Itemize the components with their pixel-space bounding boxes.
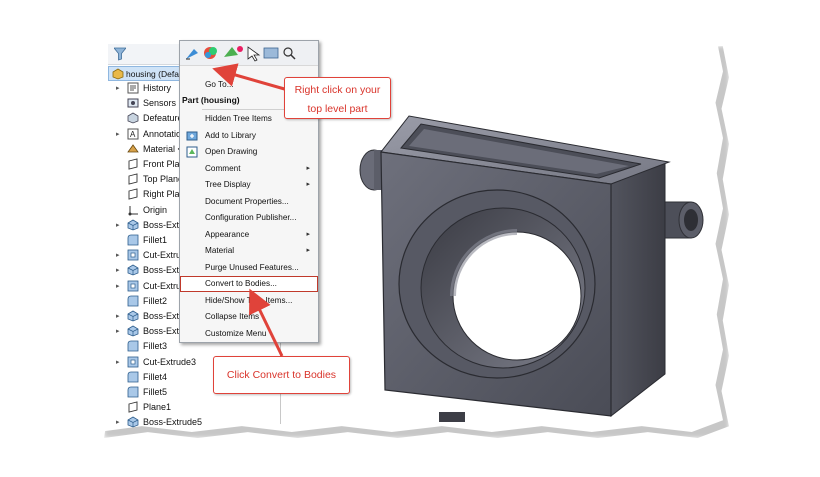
tree-item-label: Cut-Extrude3 bbox=[143, 356, 197, 367]
context-menu-toolbar bbox=[180, 41, 318, 66]
menu-item-open-drawing[interactable]: Open Drawing bbox=[180, 144, 318, 160]
menu-item-label: Document Properties... bbox=[205, 196, 289, 206]
expand-arrow-icon[interactable]: ▸ bbox=[116, 266, 120, 274]
menu-item-label: Convert to Bodies... bbox=[205, 279, 277, 288]
plane-icon bbox=[128, 173, 138, 185]
expand-arrow-icon[interactable]: ▸ bbox=[116, 358, 120, 366]
filter-icon[interactable] bbox=[114, 47, 126, 61]
plane-icon bbox=[128, 158, 138, 170]
fillet-icon bbox=[127, 234, 139, 246]
fillet-icon bbox=[127, 371, 139, 383]
menu-item-label: Purge Unused Features... bbox=[205, 262, 299, 272]
material-icon bbox=[127, 144, 139, 153]
callout-right-click-line2: top level part bbox=[307, 103, 368, 115]
cut-extrude-icon bbox=[127, 356, 139, 367]
zoom-icon[interactable] bbox=[283, 47, 296, 60]
color-wheel-icon[interactable] bbox=[204, 47, 217, 59]
fillet-icon bbox=[127, 340, 139, 352]
menu-item-label: Tree Display bbox=[205, 180, 251, 189]
menu-item-hide-show-tree-items[interactable]: Hide/Show Tree Items... bbox=[180, 293, 318, 309]
plane-icon bbox=[128, 188, 138, 200]
display-mode-icon[interactable] bbox=[263, 47, 279, 59]
callout-convert-to-bodies: Click Convert to Bodies bbox=[213, 356, 350, 394]
tree-item-label: Fillet4 bbox=[143, 371, 168, 382]
expand-arrow-icon[interactable]: ▸ bbox=[116, 251, 120, 259]
add-library-icon bbox=[186, 131, 198, 140]
tree-item-label: Fillet3 bbox=[143, 341, 168, 352]
menu-item-document-properties[interactable]: Document Properties... bbox=[180, 194, 318, 210]
tree-item-label: Boss-Extrude5 bbox=[143, 417, 203, 428]
callout-right-click: Right click on your top level part bbox=[284, 77, 391, 119]
tree-item-label: Top Plane bbox=[143, 174, 184, 185]
menu-item-material[interactable]: Material ▸ bbox=[180, 243, 318, 259]
menu-item-label: Hide/Show Tree Items... bbox=[205, 295, 293, 305]
menu-item-label: Open Drawing bbox=[205, 147, 258, 156]
expand-arrow-icon[interactable]: ▸ bbox=[116, 221, 120, 229]
menu-item-label: Configuration Publisher... bbox=[205, 213, 297, 222]
cut-extrude-icon bbox=[127, 280, 139, 291]
submenu-arrow-icon: ▸ bbox=[306, 247, 310, 254]
menu-item-label: Comment bbox=[205, 163, 241, 173]
fillet-icon bbox=[127, 295, 139, 307]
callout-right-click-line1: Right click on your bbox=[294, 84, 381, 96]
fillet-icon bbox=[127, 386, 139, 398]
annotations-icon: A bbox=[127, 128, 139, 140]
cut-extrude-icon bbox=[127, 249, 139, 261]
menu-item-label: Add to Library bbox=[205, 130, 256, 140]
tree-item-label: Origin bbox=[143, 204, 168, 215]
tree-item-label: History bbox=[143, 83, 172, 93]
boss-extrude-icon bbox=[127, 264, 139, 276]
menu-item-convert-to-bodies[interactable]: Convert to Bodies... bbox=[180, 276, 318, 292]
sketch-icon[interactable] bbox=[186, 49, 198, 60]
sensors-icon bbox=[127, 98, 139, 108]
tree-item-label: Defeature bbox=[143, 113, 183, 124]
menu-item-customize-menu[interactable]: Customize Menu bbox=[180, 326, 318, 342]
boss-extrude-icon bbox=[127, 325, 139, 337]
expand-arrow-icon[interactable]: ▸ bbox=[116, 130, 120, 138]
origin-icon bbox=[128, 205, 138, 216]
menu-item-label: Material bbox=[205, 246, 235, 255]
menu-item-label: Collapse Items bbox=[205, 312, 260, 321]
tree-item-label: Sensors bbox=[143, 98, 177, 109]
menu-item-label: Hidden Tree Items bbox=[205, 114, 272, 123]
plane-icon bbox=[128, 401, 138, 413]
tree-item-label: Fillet1 bbox=[143, 235, 168, 245]
expand-arrow-icon[interactable]: ▸ bbox=[116, 282, 120, 290]
tree-item-label: Plane1 bbox=[143, 402, 172, 413]
menu-item-label: Appearance bbox=[205, 229, 250, 239]
tree-item-label: Fillet2 bbox=[143, 295, 168, 306]
tree-item[interactable]: ▸ Boss-Extrude5 bbox=[108, 415, 280, 430]
part-icon bbox=[112, 68, 124, 80]
menu-header: Part (housing) bbox=[182, 95, 240, 105]
menu-item-collapse-items[interactable]: Collapse Items bbox=[180, 309, 318, 325]
boss-extrude-icon bbox=[127, 310, 139, 322]
open-drawing-icon bbox=[186, 146, 198, 158]
menu-item-tree-display[interactable]: Tree Display ▸ bbox=[180, 177, 318, 193]
boss-extrude-icon bbox=[127, 219, 139, 231]
expand-arrow-icon[interactable]: ▸ bbox=[116, 418, 120, 426]
menu-item-label: Customize Menu bbox=[205, 328, 267, 338]
tree-item[interactable]: Plane1 bbox=[108, 400, 280, 415]
defeature-icon bbox=[127, 112, 139, 124]
tree-item-label: Fillet5 bbox=[143, 387, 168, 397]
expand-arrow-icon[interactable]: ▸ bbox=[116, 327, 120, 335]
menu-item-purge-unused-features[interactable]: Purge Unused Features... bbox=[180, 260, 318, 276]
submenu-arrow-icon: ▸ bbox=[306, 230, 310, 238]
boss-extrude-icon bbox=[127, 416, 139, 428]
history-icon bbox=[127, 82, 139, 94]
menu-item-appearance[interactable]: Appearance ▸ bbox=[180, 227, 318, 243]
menu-item-comment[interactable]: Comment ▸ bbox=[180, 161, 318, 177]
submenu-arrow-icon: ▸ bbox=[306, 164, 310, 172]
expand-arrow-icon[interactable]: ▸ bbox=[116, 312, 120, 320]
expand-arrow-icon[interactable]: ▸ bbox=[116, 84, 120, 92]
submenu-arrow-icon: ▸ bbox=[306, 181, 310, 188]
menu-item-add-to-library[interactable]: Add to Library bbox=[180, 128, 318, 144]
menu-item-configuration-publisher[interactable]: Configuration Publisher... bbox=[180, 210, 318, 226]
svg-text:A: A bbox=[130, 130, 136, 139]
appearance-icon[interactable] bbox=[224, 46, 243, 57]
cursor-arrow-icon[interactable] bbox=[247, 46, 261, 62]
